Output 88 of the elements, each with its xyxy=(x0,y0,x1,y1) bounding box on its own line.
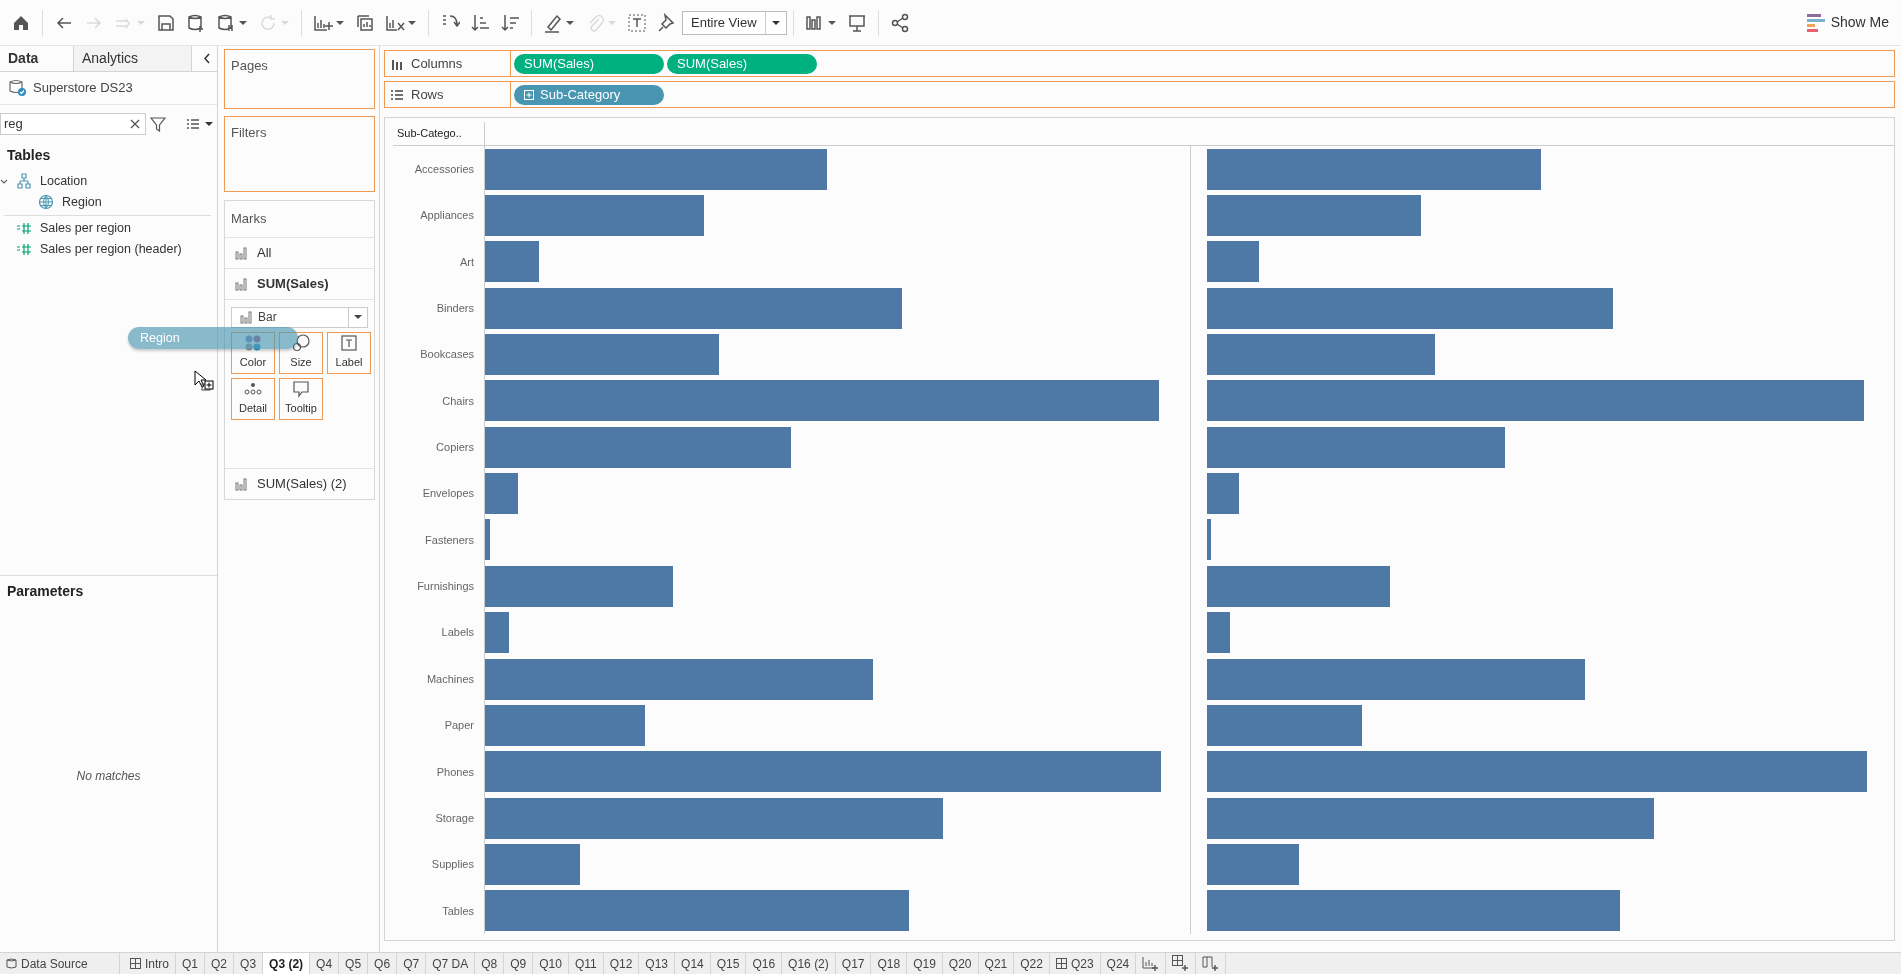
text-label-icon xyxy=(340,334,358,353)
expand-caret-icon[interactable] xyxy=(0,177,8,185)
caret-icon xyxy=(280,19,290,26)
caret-icon xyxy=(826,19,837,26)
hierarchy-icon xyxy=(16,173,32,189)
marks-property-button[interactable]: Label xyxy=(327,331,371,374)
new-worksheet-icon[interactable] xyxy=(1142,955,1160,972)
data-source-icon xyxy=(8,78,27,98)
field-item[interactable]: Region xyxy=(62,192,102,212)
marks-property-button[interactable]: Detail xyxy=(231,377,275,420)
dashboard-icon xyxy=(130,958,141,969)
data-source-icon xyxy=(6,958,17,969)
mark-type-dropdown[interactable]: Bar xyxy=(231,306,368,328)
show-me-button[interactable]: Show Me xyxy=(1800,11,1895,34)
bar-chart-icon xyxy=(235,245,247,260)
bar xyxy=(1206,519,1212,561)
marks-property-button[interactable]: Size xyxy=(279,331,323,374)
marks-card-tab[interactable]: All xyxy=(225,237,374,269)
caret-icon[interactable] xyxy=(204,120,214,127)
new-dashboard-icon[interactable] xyxy=(1172,955,1190,972)
filters-shelf[interactable]: Filters xyxy=(224,116,375,192)
share-icon xyxy=(889,12,910,33)
section-heading: Tables xyxy=(6,145,52,165)
bar xyxy=(1206,612,1231,654)
field-item[interactable]: Sales per region xyxy=(40,218,132,238)
new-story-icon[interactable] xyxy=(1202,955,1220,972)
caret-icon xyxy=(136,19,146,26)
pages-shelf[interactable]: Pages xyxy=(224,49,375,109)
sort-ascending-icon xyxy=(470,12,490,33)
bar xyxy=(1206,241,1259,283)
tooltip-icon xyxy=(292,380,310,399)
caret-icon xyxy=(335,19,345,26)
presentation-icon xyxy=(846,12,867,33)
duplicate-sheet-icon xyxy=(355,12,375,33)
list-view-icon[interactable] xyxy=(186,117,200,130)
view-fit-dropdown[interactable]: Entire View xyxy=(682,10,787,35)
highlighter-icon xyxy=(543,12,563,33)
caret-icon xyxy=(565,19,575,26)
caret-icon xyxy=(770,19,781,26)
sheet-tab[interactable]: Q3 (2) xyxy=(263,953,311,974)
column-header: Sub-Catego.. xyxy=(393,122,485,146)
marks-property-button[interactable]: Color xyxy=(231,331,275,374)
marks-property-button[interactable]: Tooltip xyxy=(279,377,323,420)
empty-message: No matches xyxy=(75,767,142,785)
text-label-icon xyxy=(627,12,647,33)
show-me-icon xyxy=(1806,13,1825,32)
pin-icon xyxy=(657,12,677,33)
shelf-label: Columns xyxy=(411,54,463,73)
filter-icon[interactable] xyxy=(150,115,166,132)
bar-chart-icon xyxy=(240,310,252,324)
section-heading: Parameters xyxy=(6,581,85,601)
caret-icon xyxy=(607,19,617,26)
caret-icon xyxy=(407,19,417,26)
bar xyxy=(1206,473,1239,515)
bar xyxy=(485,612,510,654)
bar xyxy=(485,519,490,561)
search-field[interactable]: reg xyxy=(0,112,146,135)
collapse-icon[interactable] xyxy=(203,53,211,64)
database-plus-icon xyxy=(186,12,206,33)
data-source-name[interactable]: Superstore DS23 xyxy=(33,78,133,98)
marks-card-tab[interactable]: SUM(Sales) xyxy=(225,268,374,300)
columns-icon xyxy=(391,57,403,70)
field-item[interactable]: Location xyxy=(40,171,88,191)
dashboard-icon xyxy=(1055,958,1067,969)
marks-card-title: Marks xyxy=(231,211,267,226)
clear-icon[interactable] xyxy=(130,118,140,129)
bar xyxy=(485,241,539,283)
sort-descending-icon xyxy=(500,12,520,33)
marks-card-tab[interactable]: SUM(Sales) (2) xyxy=(225,468,374,499)
save-icon xyxy=(156,12,176,33)
shelf-label: Rows xyxy=(411,85,444,104)
bar xyxy=(485,473,518,515)
cursor-icon xyxy=(194,370,214,391)
measure-icon xyxy=(16,220,32,236)
size-icon xyxy=(292,334,310,353)
caret-icon xyxy=(238,19,248,26)
refresh-icon xyxy=(258,12,278,33)
bar-chart-icon xyxy=(235,477,247,491)
rows-icon xyxy=(391,88,403,101)
measure-icon xyxy=(16,241,32,257)
database-pause-icon xyxy=(216,12,236,33)
bar-chart-icon xyxy=(235,276,247,291)
caret-icon xyxy=(353,314,363,320)
globe-icon xyxy=(38,194,54,210)
field-item[interactable]: Sales per region (header) xyxy=(40,239,182,259)
expand-icon xyxy=(524,89,534,100)
color-icon xyxy=(244,334,262,353)
pane-tab[interactable]: Analytics xyxy=(74,46,192,71)
